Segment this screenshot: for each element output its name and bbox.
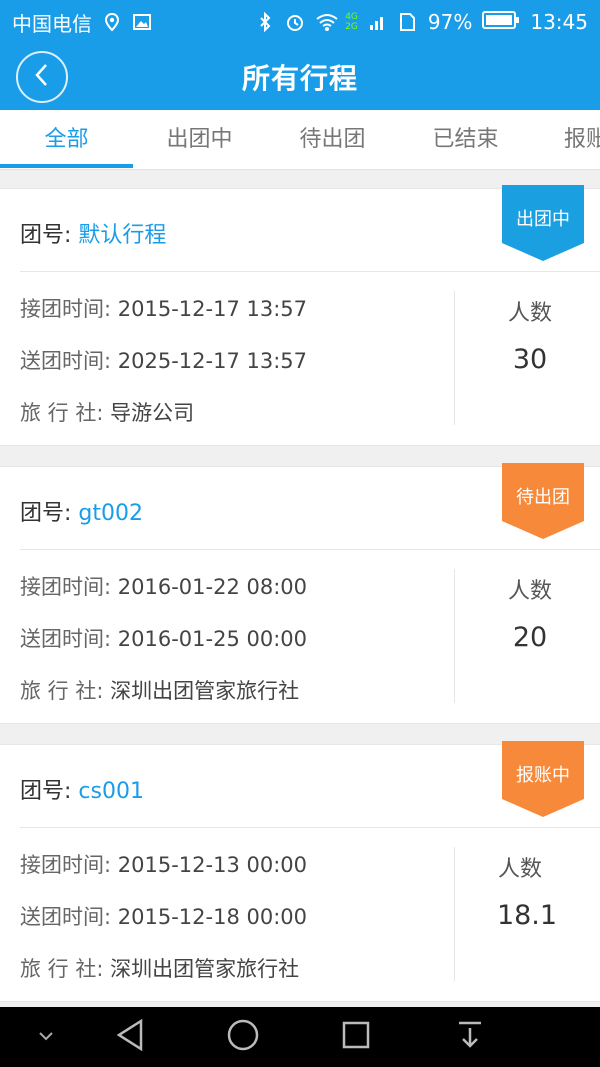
status-bar: 中国电信 4G 2G 97% 13:45 <box>0 0 600 44</box>
trip-title: 团号: gt002 <box>20 495 143 527</box>
trip-card[interactable]: 团号: cs001 报账中 接团时间: 2015-12-13 00:00 送团时… <box>0 741 600 1002</box>
divider <box>20 827 600 828</box>
nav-back-button[interactable] <box>110 1017 150 1057</box>
bluetooth-icon <box>255 11 275 33</box>
pull-down-icon <box>455 1019 485 1055</box>
trip-list[interactable]: 团号: 默认行程 出团中 接团时间: 2015-12-17 13:57 送团时间… <box>0 170 600 1007</box>
drop-time-value: 2025-12-17 13:57 <box>117 349 308 373</box>
headcount-value: 18.1 <box>496 900 558 931</box>
drop-time-value: 2016-01-25 00:00 <box>117 627 308 651</box>
headcount-label: 人数 <box>507 301 552 326</box>
agency-row: 旅 行 社: 导游公司 <box>20 397 194 427</box>
tuan-label: 团号: <box>20 779 79 804</box>
chevron-down-icon <box>36 1028 56 1047</box>
tab-bar: 全部 出团中 待出团 已结束 报账 <box>0 110 600 170</box>
tab-ongoing[interactable]: 出团中 <box>133 110 266 169</box>
agency-row: 旅 行 社: 深圳出团管家旅行社 <box>20 675 299 705</box>
status-text: 出团中 <box>516 209 570 230</box>
tuan-number: gt002 <box>78 501 143 526</box>
signal-icon <box>368 12 388 32</box>
agency-value: 深圳出团管家旅行社 <box>110 957 300 981</box>
wifi-icon <box>315 12 338 32</box>
trip-title: 团号: cs001 <box>20 773 144 805</box>
drop-time-label: 送团时间: <box>20 349 118 373</box>
drop-time-row: 送团时间: 2015-12-18 00:00 <box>20 901 307 931</box>
agency-label: 旅 行 社: <box>20 679 111 703</box>
vertical-divider <box>454 847 455 981</box>
carrier-label: 中国电信 <box>12 11 92 36</box>
vertical-divider <box>454 569 455 703</box>
pickup-time-label: 接团时间: <box>20 575 118 599</box>
tuan-number: 默认行程 <box>78 223 167 248</box>
drop-time-label: 送团时间: <box>20 627 118 651</box>
tuan-label: 团号: <box>20 223 79 248</box>
divider <box>20 549 600 550</box>
pickup-time-value: 2016-01-22 08:00 <box>117 575 308 599</box>
image-icon <box>132 12 152 32</box>
battery-icon <box>482 10 520 34</box>
tab-reimbursement[interactable]: 报账 <box>532 110 600 169</box>
network-type-indicator: 4G 2G <box>345 12 358 32</box>
drop-time-value: 2015-12-18 00:00 <box>117 905 308 929</box>
network-4g-label: 4G <box>345 12 358 22</box>
pickup-time-label: 接团时间: <box>20 297 118 321</box>
pickup-time-row: 接团时间: 2015-12-17 13:57 <box>20 293 307 323</box>
hide-nav-button[interactable] <box>26 1017 66 1057</box>
agency-value: 深圳出团管家旅行社 <box>110 679 300 703</box>
sim-icon <box>398 12 418 32</box>
alarm-icon <box>285 12 305 32</box>
tab-all[interactable]: 全部 <box>0 110 133 169</box>
headcount-label: 人数 <box>507 579 552 604</box>
status-badge: 出团中 <box>502 185 584 261</box>
tab-pending[interactable]: 待出团 <box>266 110 399 169</box>
nav-recents-button[interactable] <box>336 1017 376 1057</box>
status-badge: 报账中 <box>502 741 584 817</box>
location-icon <box>102 12 122 32</box>
clock-time: 13:45 <box>530 10 588 34</box>
tab-active-indicator <box>0 164 133 168</box>
headcount-label: 人数 <box>497 857 542 882</box>
status-text: 待出团 <box>516 487 570 508</box>
trip-title: 团号: 默认行程 <box>20 217 166 249</box>
headcount-value: 30 <box>512 344 548 375</box>
nav-home-button[interactable] <box>223 1017 263 1057</box>
tuan-number: cs001 <box>78 779 144 804</box>
circle-home-icon <box>225 1017 261 1057</box>
agency-label: 旅 行 社: <box>20 957 111 981</box>
divider <box>20 271 600 272</box>
agency-value: 导游公司 <box>110 401 195 425</box>
tab-ended[interactable]: 已结束 <box>399 110 532 169</box>
status-text: 报账中 <box>516 765 570 786</box>
agency-label: 旅 行 社: <box>20 401 111 425</box>
agency-row: 旅 行 社: 深圳出团管家旅行社 <box>20 953 299 983</box>
status-badge: 待出团 <box>502 463 584 539</box>
drop-time-label: 送团时间: <box>20 905 118 929</box>
network-2g-label: 2G <box>345 22 358 32</box>
back-arrow-icon <box>31 62 53 92</box>
pickup-time-value: 2015-12-17 13:57 <box>117 297 308 321</box>
headcount-value: 20 <box>512 622 548 653</box>
tuan-label: 团号: <box>20 501 79 526</box>
square-recents-icon <box>340 1019 372 1055</box>
triangle-back-icon <box>113 1017 147 1057</box>
app-header: 所有行程 <box>0 44 600 110</box>
vertical-divider <box>454 291 455 425</box>
battery-percent: 97% <box>427 10 473 34</box>
pickup-time-row: 接团时间: 2015-12-13 00:00 <box>20 849 307 879</box>
drop-time-row: 送团时间: 2016-01-25 00:00 <box>20 623 307 653</box>
pickup-time-row: 接团时间: 2016-01-22 08:00 <box>20 571 307 601</box>
nav-notification-button[interactable] <box>450 1017 490 1057</box>
trip-card[interactable]: 团号: 默认行程 出团中 接团时间: 2015-12-17 13:57 送团时间… <box>0 185 600 446</box>
pickup-time-label: 接团时间: <box>20 853 118 877</box>
system-nav-bar <box>0 1007 600 1067</box>
back-button[interactable] <box>16 51 68 103</box>
drop-time-row: 送团时间: 2025-12-17 13:57 <box>20 345 307 375</box>
pickup-time-value: 2015-12-13 00:00 <box>117 853 308 877</box>
page-title: 所有行程 <box>241 62 358 95</box>
trip-card[interactable]: 团号: gt002 待出团 接团时间: 2016-01-22 08:00 送团时… <box>0 463 600 724</box>
